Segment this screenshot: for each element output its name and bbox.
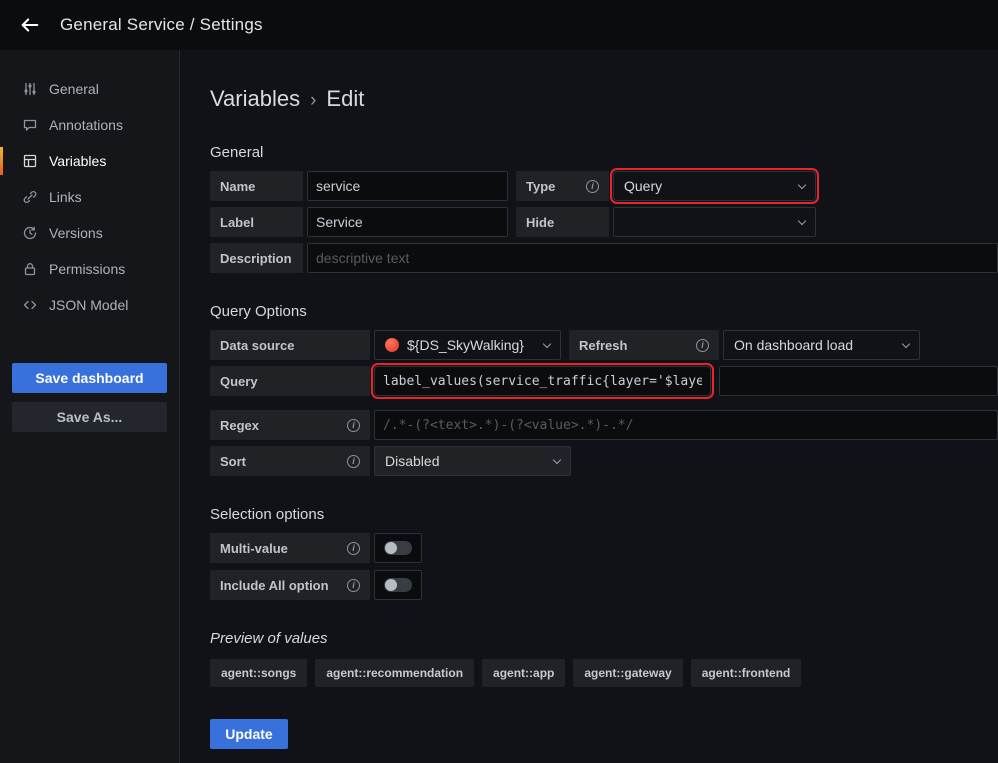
multi-value-label: Multi-value — [210, 533, 370, 563]
sidebar-item-annotations[interactable]: Annotations — [0, 107, 179, 143]
preview-chip: agent::songs — [210, 659, 307, 687]
chevron-down-icon — [553, 455, 561, 463]
description-label: Description — [210, 243, 303, 273]
sort-info-icon[interactable] — [347, 455, 360, 468]
save-as-button[interactable]: Save As... — [12, 402, 167, 432]
save-dashboard-button[interactable]: Save dashboard — [12, 363, 167, 393]
hide-label: Hide — [516, 207, 609, 237]
query-row: Query — [210, 366, 998, 396]
selection-options-title: Selection options — [210, 506, 998, 523]
sliders-icon — [21, 81, 39, 97]
arrow-left-icon — [19, 14, 41, 36]
name-input[interactable] — [307, 171, 508, 201]
chevron-down-icon — [798, 216, 806, 224]
refresh-select[interactable]: On dashboard load — [723, 330, 920, 360]
multi-value-info-icon[interactable] — [347, 542, 360, 555]
sidebar-item-label: Versions — [49, 225, 103, 241]
sidebar-item-label: JSON Model — [49, 297, 128, 313]
sidebar-item-general[interactable]: General — [0, 71, 179, 107]
sort-label: Sort — [210, 446, 370, 476]
chevron-down-icon — [798, 180, 806, 188]
name-label: Name — [210, 171, 303, 201]
preview-chip: agent::frontend — [691, 659, 802, 687]
sidebar-item-permissions[interactable]: Permissions — [0, 251, 179, 287]
description-row: Description — [210, 243, 998, 273]
code-icon — [21, 297, 39, 313]
sidebar-item-label: Links — [49, 189, 82, 205]
settings-sidebar: General Annotations Variables — [0, 50, 180, 763]
multi-value-row: Multi-value — [210, 533, 998, 563]
label-hide-row: Label Hide — [210, 207, 998, 237]
query-options-title: Query Options — [210, 303, 998, 320]
chevron-down-icon — [902, 339, 910, 347]
sidebar-item-label: Annotations — [49, 117, 123, 133]
regex-row: Regex — [210, 410, 998, 440]
main-content: Variables › Edit General Name Type Query… — [180, 50, 998, 763]
sidebar-item-variables[interactable]: Variables — [0, 143, 179, 179]
data-source-row: Data source ${DS_SkyWalking} Refresh On … — [210, 330, 998, 360]
type-select-value: Query — [624, 178, 662, 194]
toggle-track — [384, 578, 412, 592]
refresh-select-value: On dashboard load — [734, 337, 853, 353]
history-icon — [21, 225, 39, 241]
toggle-track — [384, 541, 412, 555]
sidebar-item-json-model[interactable]: JSON Model — [0, 287, 179, 323]
sidebar-item-links[interactable]: Links — [0, 179, 179, 215]
toggle-knob — [385, 542, 397, 554]
link-icon — [21, 189, 39, 205]
refresh-info-icon[interactable] — [696, 339, 709, 352]
regex-info-icon[interactable] — [347, 419, 360, 432]
description-input[interactable] — [307, 243, 998, 273]
data-source-select[interactable]: ${DS_SkyWalking} — [374, 330, 561, 360]
type-label: Type — [516, 171, 609, 201]
sidebar-item-label: Permissions — [49, 261, 125, 277]
datasource-icon — [385, 338, 399, 352]
include-all-label: Include All option — [210, 570, 370, 600]
back-button[interactable] — [16, 11, 44, 39]
general-section-title: General — [210, 144, 998, 161]
toggle-knob — [385, 579, 397, 591]
preview-chip: agent::gateway — [573, 659, 682, 687]
grid-icon — [21, 153, 39, 169]
regex-input[interactable] — [374, 410, 998, 440]
preview-title: Preview of values — [210, 630, 998, 647]
chevron-down-icon — [543, 339, 551, 347]
preview-chip: agent::app — [482, 659, 565, 687]
include-all-toggle[interactable] — [374, 570, 422, 600]
type-info-icon[interactable] — [586, 180, 599, 193]
update-button[interactable]: Update — [210, 719, 288, 749]
page-title: General Service / Settings — [60, 15, 263, 35]
breadcrumb-section[interactable]: Variables — [210, 86, 300, 112]
regex-label: Regex — [210, 410, 370, 440]
breadcrumb-page: Edit — [326, 86, 364, 112]
multi-value-toggle[interactable] — [374, 533, 422, 563]
include-all-info-icon[interactable] — [347, 579, 360, 592]
data-source-value: ${DS_SkyWalking} — [407, 337, 524, 353]
sort-select-value: Disabled — [385, 453, 439, 469]
preview-chip: agent::recommendation — [315, 659, 474, 687]
sidebar-item-versions[interactable]: Versions — [0, 215, 179, 251]
preview-values: agent::songs agent::recommendation agent… — [210, 659, 998, 687]
sort-select[interactable]: Disabled — [374, 446, 571, 476]
breadcrumb: Variables › Edit — [210, 86, 998, 112]
lock-icon — [21, 261, 39, 277]
data-source-label: Data source — [210, 330, 370, 360]
breadcrumb-separator: › — [310, 90, 316, 112]
hide-select[interactable] — [613, 207, 816, 237]
query-input[interactable] — [374, 366, 711, 396]
name-type-row: Name Type Query — [210, 171, 998, 201]
app-header: General Service / Settings — [0, 0, 998, 50]
sidebar-item-label: General — [49, 81, 99, 97]
include-all-row: Include All option — [210, 570, 998, 600]
query-label: Query — [210, 366, 370, 396]
refresh-label: Refresh — [569, 330, 719, 360]
query-row-filler[interactable] — [719, 366, 998, 396]
label-input[interactable] — [307, 207, 508, 237]
sidebar-item-label: Variables — [49, 153, 106, 169]
sort-row: Sort Disabled — [210, 446, 998, 476]
label-label: Label — [210, 207, 303, 237]
type-select[interactable]: Query — [613, 171, 816, 201]
comment-icon — [21, 117, 39, 133]
